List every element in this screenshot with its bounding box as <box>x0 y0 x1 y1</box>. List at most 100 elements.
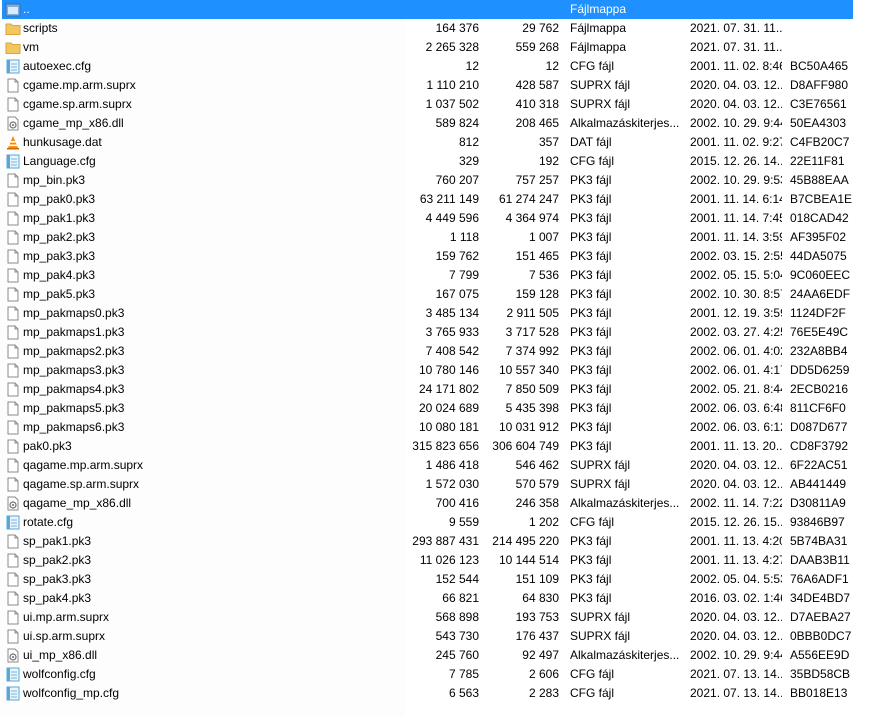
generic-file-icon <box>5 629 21 644</box>
generic-file-icon <box>5 534 21 549</box>
file-type: PK3 fájl <box>570 211 612 225</box>
file-name: mp_pakmaps5.pk3 <box>23 401 125 415</box>
file-row[interactable]: ui.mp.arm.suprx 568 898 193 753 SUPRX fájl 2… <box>0 608 885 627</box>
file-row[interactable]: mp_pakmaps1.pk3 3 765 933 3 717 528 PK3 fáj… <box>0 323 885 342</box>
packed-size: 193 753 <box>515 610 559 624</box>
file-name: mp_pak2.pk3 <box>23 230 96 244</box>
packed-size: 410 318 <box>515 97 559 111</box>
packed-size: 306 604 749 <box>492 439 559 453</box>
file-row[interactable]: Language.cfg 329 192 CFG fájl 2015. 12. 26. … <box>0 152 885 171</box>
file-row[interactable]: ui.sp.arm.suprx 543 730 176 437 SUPRX fájl 2… <box>0 627 885 646</box>
file-row[interactable]: mp_pak4.pk3 7 799 7 536 PK3 fájl 2002. 05. 1… <box>0 266 885 285</box>
packed-size: 2 283 <box>528 686 559 700</box>
crc-value: DD5D6259 <box>790 363 850 377</box>
file-row[interactable]: wolfconfig.cfg 7 785 2 606 CFG fájl 2021. 07… <box>0 665 885 684</box>
generic-file-icon <box>5 401 21 416</box>
packed-size: 208 465 <box>515 116 559 130</box>
file-row[interactable]: wolfconfig_mp.cfg 6 563 2 283 CFG fájl 2021.… <box>0 684 885 703</box>
file-size: 812 <box>458 135 479 149</box>
file-size: 12 <box>465 59 479 73</box>
modified-date: 2001. 12. 19. 3:59 <box>690 306 782 320</box>
parent-directory-row[interactable]: .. Fájlmappa <box>0 0 885 19</box>
file-row[interactable]: scripts 164 376 29 762 Fájlmappa 2021. 07. 3… <box>0 19 885 38</box>
file-row[interactable]: cgame_mp_x86.dll 589 824 208 465 Alkalmazás… <box>0 114 885 133</box>
packed-size: 10 031 912 <box>498 420 559 434</box>
file-size: 7 799 <box>448 268 479 282</box>
file-name: mp_pak4.pk3 <box>23 268 96 282</box>
file-row[interactable]: mp_pakmaps4.pk3 24 171 802 7 850 509 PK3 fá… <box>0 380 885 399</box>
file-name: mp_pak0.pk3 <box>23 192 96 206</box>
modified-date: 2002. 06. 03. 6:48 <box>690 401 782 415</box>
packed-size: 546 462 <box>515 458 559 472</box>
file-row[interactable]: qagame.mp.arm.suprx 1 486 418 546 462 SUPRX… <box>0 456 885 475</box>
file-row[interactable]: hunkusage.dat 812 357 DAT fájl 2001. 11. 02.… <box>0 133 885 152</box>
file-size: 11 026 123 <box>419 553 479 567</box>
file-row[interactable]: pak0.pk3 315 823 656 306 604 749 PK3 fájl 20… <box>0 437 885 456</box>
crc-value: 45B88EAA <box>790 173 849 187</box>
file-row[interactable]: sp_pak2.pk3 11 026 123 10 144 514 PK3 fájl 2… <box>0 551 885 570</box>
file-row[interactable]: mp_pak1.pk3 4 449 596 4 364 974 PK3 fájl 200… <box>0 209 885 228</box>
file-type: Alkalmazáskiterjes... <box>570 496 680 510</box>
modified-date: 2002. 10. 30. 8:57 <box>690 287 782 301</box>
crc-value: 9C060EEC <box>790 268 851 282</box>
file-name: mp_pakmaps2.pk3 <box>23 344 125 358</box>
file-row[interactable]: qagame.sp.arm.suprx 1 572 030 570 579 SUPRX… <box>0 475 885 494</box>
file-size: 3 765 933 <box>425 325 479 339</box>
file-row[interactable]: sp_pak4.pk3 66 821 64 830 PK3 fájl 2016. 03.… <box>0 589 885 608</box>
packed-size: 357 <box>538 135 559 149</box>
dll-file-icon <box>5 116 21 131</box>
file-size: 1 110 210 <box>426 78 480 92</box>
generic-file-icon <box>5 439 21 454</box>
file-list[interactable]: .. Fájlmappa scripts 164 376 29 762 Fájlmappa… <box>0 0 885 716</box>
modified-date: 2001. 11. 13. 20... <box>690 439 782 453</box>
file-row[interactable]: mp_pak2.pk3 1 118 1 007 PK3 fájl 2001. 11. 1… <box>0 228 885 247</box>
file-row[interactable]: cgame.mp.arm.suprx 1 110 210 428 587 SUPRX … <box>0 76 885 95</box>
packed-size: 92 497 <box>522 648 559 662</box>
file-row[interactable]: sp_pak3.pk3 152 544 151 109 PK3 fájl 2002. 0… <box>0 570 885 589</box>
file-size: 159 762 <box>435 249 479 263</box>
modified-date: 2002. 10. 29. 9:44 <box>690 116 782 130</box>
file-row[interactable]: mp_pakmaps0.pk3 3 485 134 2 911 505 PK3 fáj… <box>0 304 885 323</box>
file-row[interactable]: mp_bin.pk3 760 207 757 257 PK3 fájl 2002. 10… <box>0 171 885 190</box>
file-size: 10 780 146 <box>418 363 479 377</box>
packed-size: 559 268 <box>515 40 559 54</box>
file-row[interactable]: rotate.cfg 9 559 1 202 CFG fájl 2015. 12. 26… <box>0 513 885 532</box>
file-name: scripts <box>23 21 58 35</box>
file-row[interactable]: vm 2 265 328 559 268 Fájlmappa 2021. 07. 31.… <box>0 38 885 57</box>
packed-size: 246 358 <box>515 496 559 510</box>
file-row[interactable]: mp_pak3.pk3 159 762 151 465 PK3 fájl 2002. 0… <box>0 247 885 266</box>
file-type: PK3 fájl <box>570 382 612 396</box>
file-row[interactable]: mp_pakmaps6.pk3 10 080 181 10 031 912 PK3 f… <box>0 418 885 437</box>
modified-date: 2001. 11. 13. 4:27 <box>690 553 782 567</box>
file-type: PK3 fájl <box>570 249 612 263</box>
file-size: 6 563 <box>448 686 479 700</box>
file-row[interactable]: autoexec.cfg 12 12 CFG fájl 2001. 11. 02. 8:… <box>0 57 885 76</box>
crc-value: D8AFF980 <box>790 78 849 92</box>
file-row[interactable]: ui_mp_x86.dll 245 760 92 497 Alkalmazáskite… <box>0 646 885 665</box>
crc-value: 1124DF2F <box>790 306 846 320</box>
generic-file-icon <box>5 173 21 188</box>
file-size: 760 207 <box>435 173 479 187</box>
generic-file-icon <box>5 553 21 568</box>
file-row[interactable]: mp_pakmaps2.pk3 7 408 542 7 374 992 PK3 fáj… <box>0 342 885 361</box>
file-name: pak0.pk3 <box>23 439 72 453</box>
modified-date: 2002. 05. 21. 8:44 <box>690 382 782 396</box>
file-row[interactable]: mp_pak0.pk3 63 211 149 61 274 247 PK3 fájl 2… <box>0 190 885 209</box>
crc-value: 93846B97 <box>790 515 845 529</box>
file-row[interactable]: mp_pakmaps5.pk3 20 024 689 5 435 398 PK3 fá… <box>0 399 885 418</box>
generic-file-icon <box>5 591 21 606</box>
file-size: 9 559 <box>448 515 479 529</box>
file-row[interactable]: sp_pak1.pk3 293 887 431 214 495 220 PK3 fáj… <box>0 532 885 551</box>
crc-value: 44DA5075 <box>790 249 847 263</box>
file-size: 245 760 <box>435 648 479 662</box>
file-type: PK3 fájl <box>570 287 612 301</box>
file-row[interactable]: mp_pakmaps3.pk3 10 780 146 10 557 340 PK3 f… <box>0 361 885 380</box>
file-row[interactable]: cgame.sp.arm.suprx 1 037 502 410 318 SUPRX … <box>0 95 885 114</box>
packed-size: 192 <box>538 154 559 168</box>
generic-file-icon <box>5 192 21 207</box>
file-size: 568 898 <box>435 610 479 624</box>
generic-file-icon <box>5 230 21 245</box>
file-row[interactable]: qagame_mp_x86.dll 700 416 246 358 Alkalmazá… <box>0 494 885 513</box>
crc-value: AB441449 <box>790 477 847 491</box>
file-row[interactable]: mp_pak5.pk3 167 075 159 128 PK3 fájl 2002. 1… <box>0 285 885 304</box>
